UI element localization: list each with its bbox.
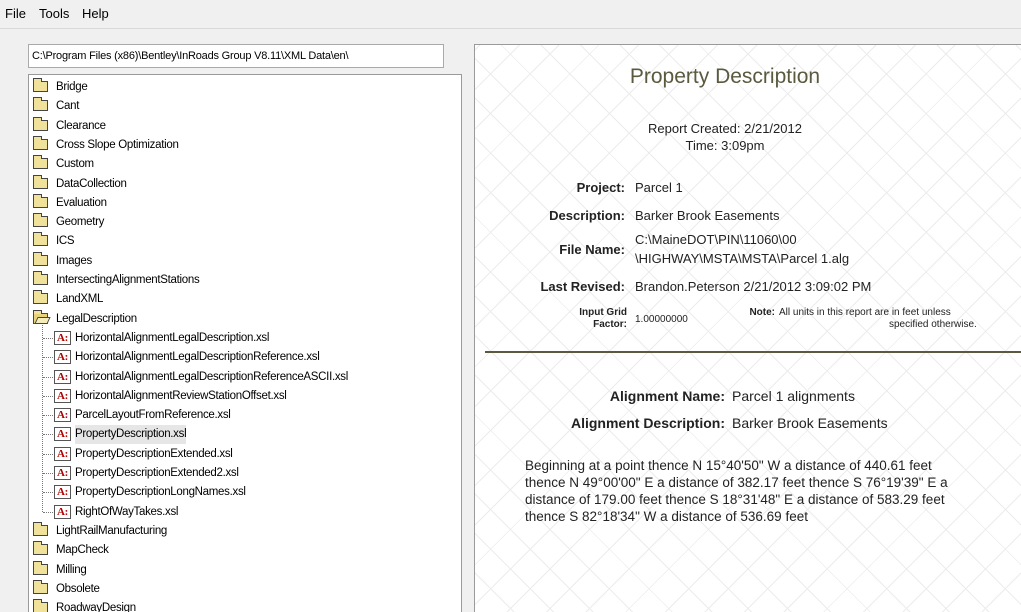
tree-guide (43, 492, 53, 494)
tree-guide (43, 395, 53, 397)
project-value: Parcel 1 (635, 180, 683, 195)
folder-label: LightRailManufacturing (56, 524, 168, 537)
description-value: Barker Brook Easements (635, 208, 780, 223)
tree-guide (43, 453, 53, 455)
folder-icon (33, 135, 48, 150)
folder-label: Custom (56, 158, 94, 171)
file-label: PropertyDescriptionExtended2.xsl (75, 467, 239, 479)
folder-icon (33, 579, 48, 594)
folder-label: Milling (56, 563, 87, 576)
file-label: HorizontalAlignmentLegalDescriptionRefer… (75, 351, 320, 364)
file-label: HorizontalAlignmentLegalDescriptionRefer… (75, 370, 349, 383)
file-label: HorizontalAlignmentLegalDescription.xsl (75, 331, 270, 344)
xsl-file-icon: A: (54, 388, 71, 403)
folder-label: Clearance (56, 119, 106, 132)
folder-label: Evaluation (56, 196, 107, 209)
folder-label: Cross Slope Optimization (56, 138, 179, 151)
menu-help[interactable]: Help (79, 5, 112, 22)
file-label: RightOfWayTakes.xsl (75, 505, 179, 518)
file-label: HorizontalAlignmentReviewStationOffset.x… (75, 389, 287, 402)
tree-guide (43, 511, 53, 513)
folder-icon (33, 213, 48, 228)
folder-icon (33, 78, 48, 92)
tree-guide-vertical (42, 324, 43, 512)
file-label: PropertyDescriptionExtended.xsl (75, 447, 233, 460)
folder-label: Images (56, 254, 92, 267)
xsl-file-icon: A: (54, 446, 71, 461)
tree-guide (43, 434, 53, 436)
legal-description-text: Beginning at a point thence N 15°40'50" … (525, 458, 948, 524)
folder-tree[interactable]: Bridge Cant Clearance Cross Slope Optimizat… (28, 74, 462, 612)
grid-label-2: Factor: (593, 319, 627, 330)
folder-icon (33, 193, 48, 208)
folder-label: ICS (56, 235, 75, 248)
grid-value: 1.00000000 (635, 314, 688, 325)
folder-icon (33, 521, 48, 536)
filename-label: File Name: (559, 242, 625, 257)
section-divider (485, 351, 1021, 353)
description-label: Description: (549, 208, 625, 223)
xsl-file-icon: A: (54, 427, 71, 442)
folder-label: DataCollection (56, 177, 127, 190)
folder-icon (33, 251, 48, 266)
xsl-file-icon: A: (54, 350, 71, 365)
folder-icon (33, 560, 48, 575)
grid-label-1: Input Grid (579, 307, 627, 318)
tree-guide (43, 337, 53, 339)
folder-label: Cant (56, 100, 80, 113)
folder-label: RoadwayDesign (56, 602, 136, 612)
filename-value-1: C:\MaineDOT\PIN\11060\00 (635, 232, 797, 247)
folder-icon (33, 97, 48, 112)
revised-label: Last Revised: (540, 279, 625, 294)
tree-guide (43, 473, 53, 474)
folder-icon (33, 116, 48, 131)
tree-guide (43, 415, 53, 417)
folder-label: Geometry (56, 216, 105, 229)
report-time: Time: 3:09pm (685, 138, 765, 153)
folder-icon (33, 174, 48, 189)
revised-value: Brandon.Peterson 2/21/2012 3:09:02 PM (635, 279, 872, 294)
note-label: Note: (749, 307, 775, 318)
folder-label: MapCheck (56, 544, 109, 557)
file-label: PropertyDescriptionLongNames.xsl (75, 486, 246, 499)
xsl-file-icon: A: (54, 330, 71, 345)
note-line-1: All units in this report are in feet unl… (779, 307, 951, 318)
file-label: PropertyDescription.xsl (75, 425, 187, 445)
alignment-desc-label: Alignment Description: (570, 415, 725, 431)
report-title: Property Description (629, 65, 821, 88)
xsl-file-icon: A: (54, 369, 71, 384)
menu-file[interactable]: File (2, 5, 29, 22)
alignment-desc-value: Barker Brook Easements (732, 415, 888, 431)
report-view[interactable]: Property Description Report Created: 2/2… (474, 44, 1021, 612)
menu-tools[interactable]: Tools (36, 5, 72, 22)
folder-label: LandXML (56, 293, 104, 306)
menu-bar: File Tools Help (0, 0, 1021, 29)
filename-value-2: \HIGHWAY\MSTA\MSTA\Parcel 1.alg (635, 251, 850, 266)
folder-icon (33, 232, 48, 247)
report-created: Report Created: 2/21/2012 (648, 121, 802, 136)
folder-icon (33, 599, 48, 612)
folder-label: Bridge (56, 81, 88, 93)
project-label: Project: (576, 180, 625, 195)
folder-icon (33, 155, 48, 170)
folder-label: LegalDescription (56, 312, 137, 325)
xsl-file-icon: A: (54, 504, 71, 519)
xsl-file-icon: A: (54, 466, 71, 480)
note-line-2: specified otherwise. (889, 319, 977, 330)
alignment-name-label: Alignment Name: (609, 388, 725, 404)
path-field[interactable]: C:\Program Files (x86)\Bentley\InRoads G… (28, 44, 444, 68)
tree-guide (43, 357, 53, 359)
folder-label: Obsolete (56, 582, 100, 595)
file-label: ParcelLayoutFromReference.xsl (75, 409, 231, 422)
folder-icon (33, 290, 48, 305)
xsl-file-icon: A: (54, 408, 71, 423)
alignment-name-value: Parcel 1 alignments (732, 388, 855, 404)
xsl-file-icon: A: (54, 485, 71, 500)
tree-guide (43, 376, 53, 378)
folder-icon (33, 541, 48, 556)
folder-label: IntersectingAlignmentStations (56, 274, 200, 286)
folder-open-icon (33, 309, 48, 324)
folder-icon (33, 271, 48, 285)
